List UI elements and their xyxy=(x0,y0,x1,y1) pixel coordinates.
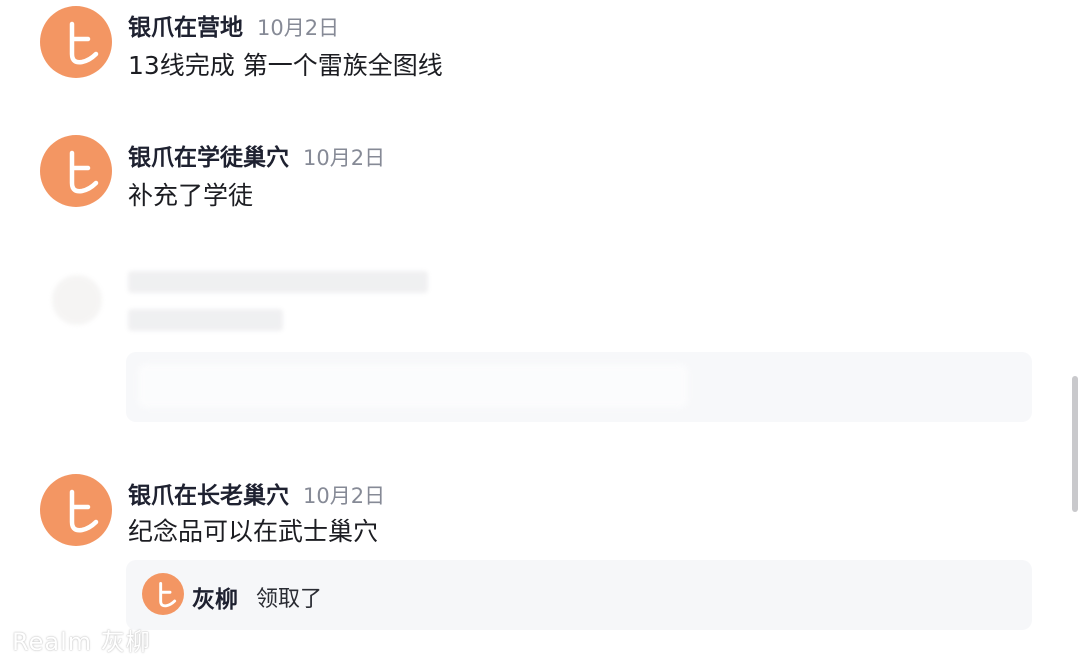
yo-hiragana-icon xyxy=(69,21,99,65)
post-header: 银爪在长老巢穴 10月2日 xyxy=(128,476,385,510)
post-header: 银爪在营地 10月2日 xyxy=(128,8,339,42)
post-text: 纪念品可以在武士巢穴 xyxy=(128,517,379,546)
post-text: 补充了学徒 xyxy=(128,181,254,210)
placeholder-line xyxy=(128,309,283,331)
author-name[interactable]: 银爪在营地 xyxy=(128,8,243,42)
post-text: 13线完成 第一个雷族全图线 xyxy=(128,51,443,80)
placeholder-line xyxy=(128,271,428,293)
placeholder-blob xyxy=(138,364,688,408)
faded-reply-card xyxy=(126,352,1032,422)
avatar[interactable] xyxy=(40,474,112,546)
reply-author[interactable]: 灰柳 xyxy=(192,580,238,614)
author-name[interactable]: 银爪在长老巢穴 xyxy=(128,476,289,510)
reply-text: 领取了 xyxy=(256,587,323,612)
reply-avatar[interactable] xyxy=(142,573,184,615)
avatar[interactable] xyxy=(40,6,112,78)
post-header: 银爪在学徒巢穴 10月2日 xyxy=(128,138,385,172)
reply-card[interactable]: 灰柳 领取了 xyxy=(126,560,1032,630)
avatar xyxy=(52,275,102,325)
yo-hiragana-icon xyxy=(159,582,177,608)
yo-hiragana-icon xyxy=(69,150,99,194)
author-name[interactable]: 银爪在学徒巢穴 xyxy=(128,138,289,172)
post-date: 10月2日 xyxy=(257,16,340,40)
yo-hiragana-icon xyxy=(69,489,99,533)
avatar[interactable] xyxy=(40,135,112,207)
watermark: Realm 灰柳 xyxy=(12,628,151,656)
scrollbar[interactable] xyxy=(1072,376,1078,512)
post-date: 10月2日 xyxy=(303,146,386,170)
post-date: 10月2日 xyxy=(303,484,386,508)
